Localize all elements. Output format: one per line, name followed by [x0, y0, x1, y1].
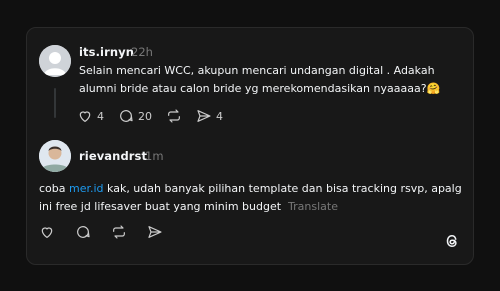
timestamp: 22h — [131, 45, 153, 59]
comment-icon — [118, 108, 134, 124]
reply-text: coba mer.id kak, udah banyak pilihan tem… — [39, 180, 469, 216]
like-button[interactable]: 4 — [77, 108, 104, 124]
share-icon — [196, 108, 212, 124]
share-button[interactable] — [147, 224, 163, 240]
thread-line — [54, 88, 56, 118]
share-icon — [147, 224, 163, 240]
comment-button[interactable] — [75, 224, 91, 240]
post-actions: 4 20 4 — [77, 108, 237, 124]
comment-icon — [75, 224, 91, 240]
reply-link[interactable]: mer.id — [69, 182, 104, 195]
comment-button[interactable]: 20 — [118, 108, 152, 124]
avatar[interactable] — [39, 45, 71, 77]
reply-actions — [39, 224, 183, 240]
post-text: Selain mencari WCC, akupun mencari undan… — [79, 64, 441, 95]
username[interactable]: its.irnyn — [79, 45, 134, 59]
username[interactable]: rievandrst — [79, 149, 147, 163]
heart-icon — [39, 224, 55, 240]
like-count: 4 — [97, 109, 104, 123]
translate-link[interactable]: Translate — [288, 200, 338, 213]
repost-button[interactable] — [111, 224, 127, 240]
avatar[interactable] — [39, 140, 71, 172]
threads-logo-icon[interactable] — [443, 232, 461, 250]
heart-icon — [77, 108, 93, 124]
comment-count: 20 — [138, 109, 152, 123]
reply-text-start: coba — [39, 182, 69, 195]
timestamp: 1m — [145, 149, 164, 163]
thread-card: its.irnyn 22h Selain mencari WCC, akupun… — [26, 27, 474, 265]
share-count: 4 — [216, 109, 223, 123]
repost-icon — [111, 224, 127, 240]
repost-icon — [166, 108, 182, 124]
like-button[interactable] — [39, 224, 55, 240]
repost-button[interactable] — [166, 108, 182, 124]
share-button[interactable]: 4 — [196, 108, 223, 124]
